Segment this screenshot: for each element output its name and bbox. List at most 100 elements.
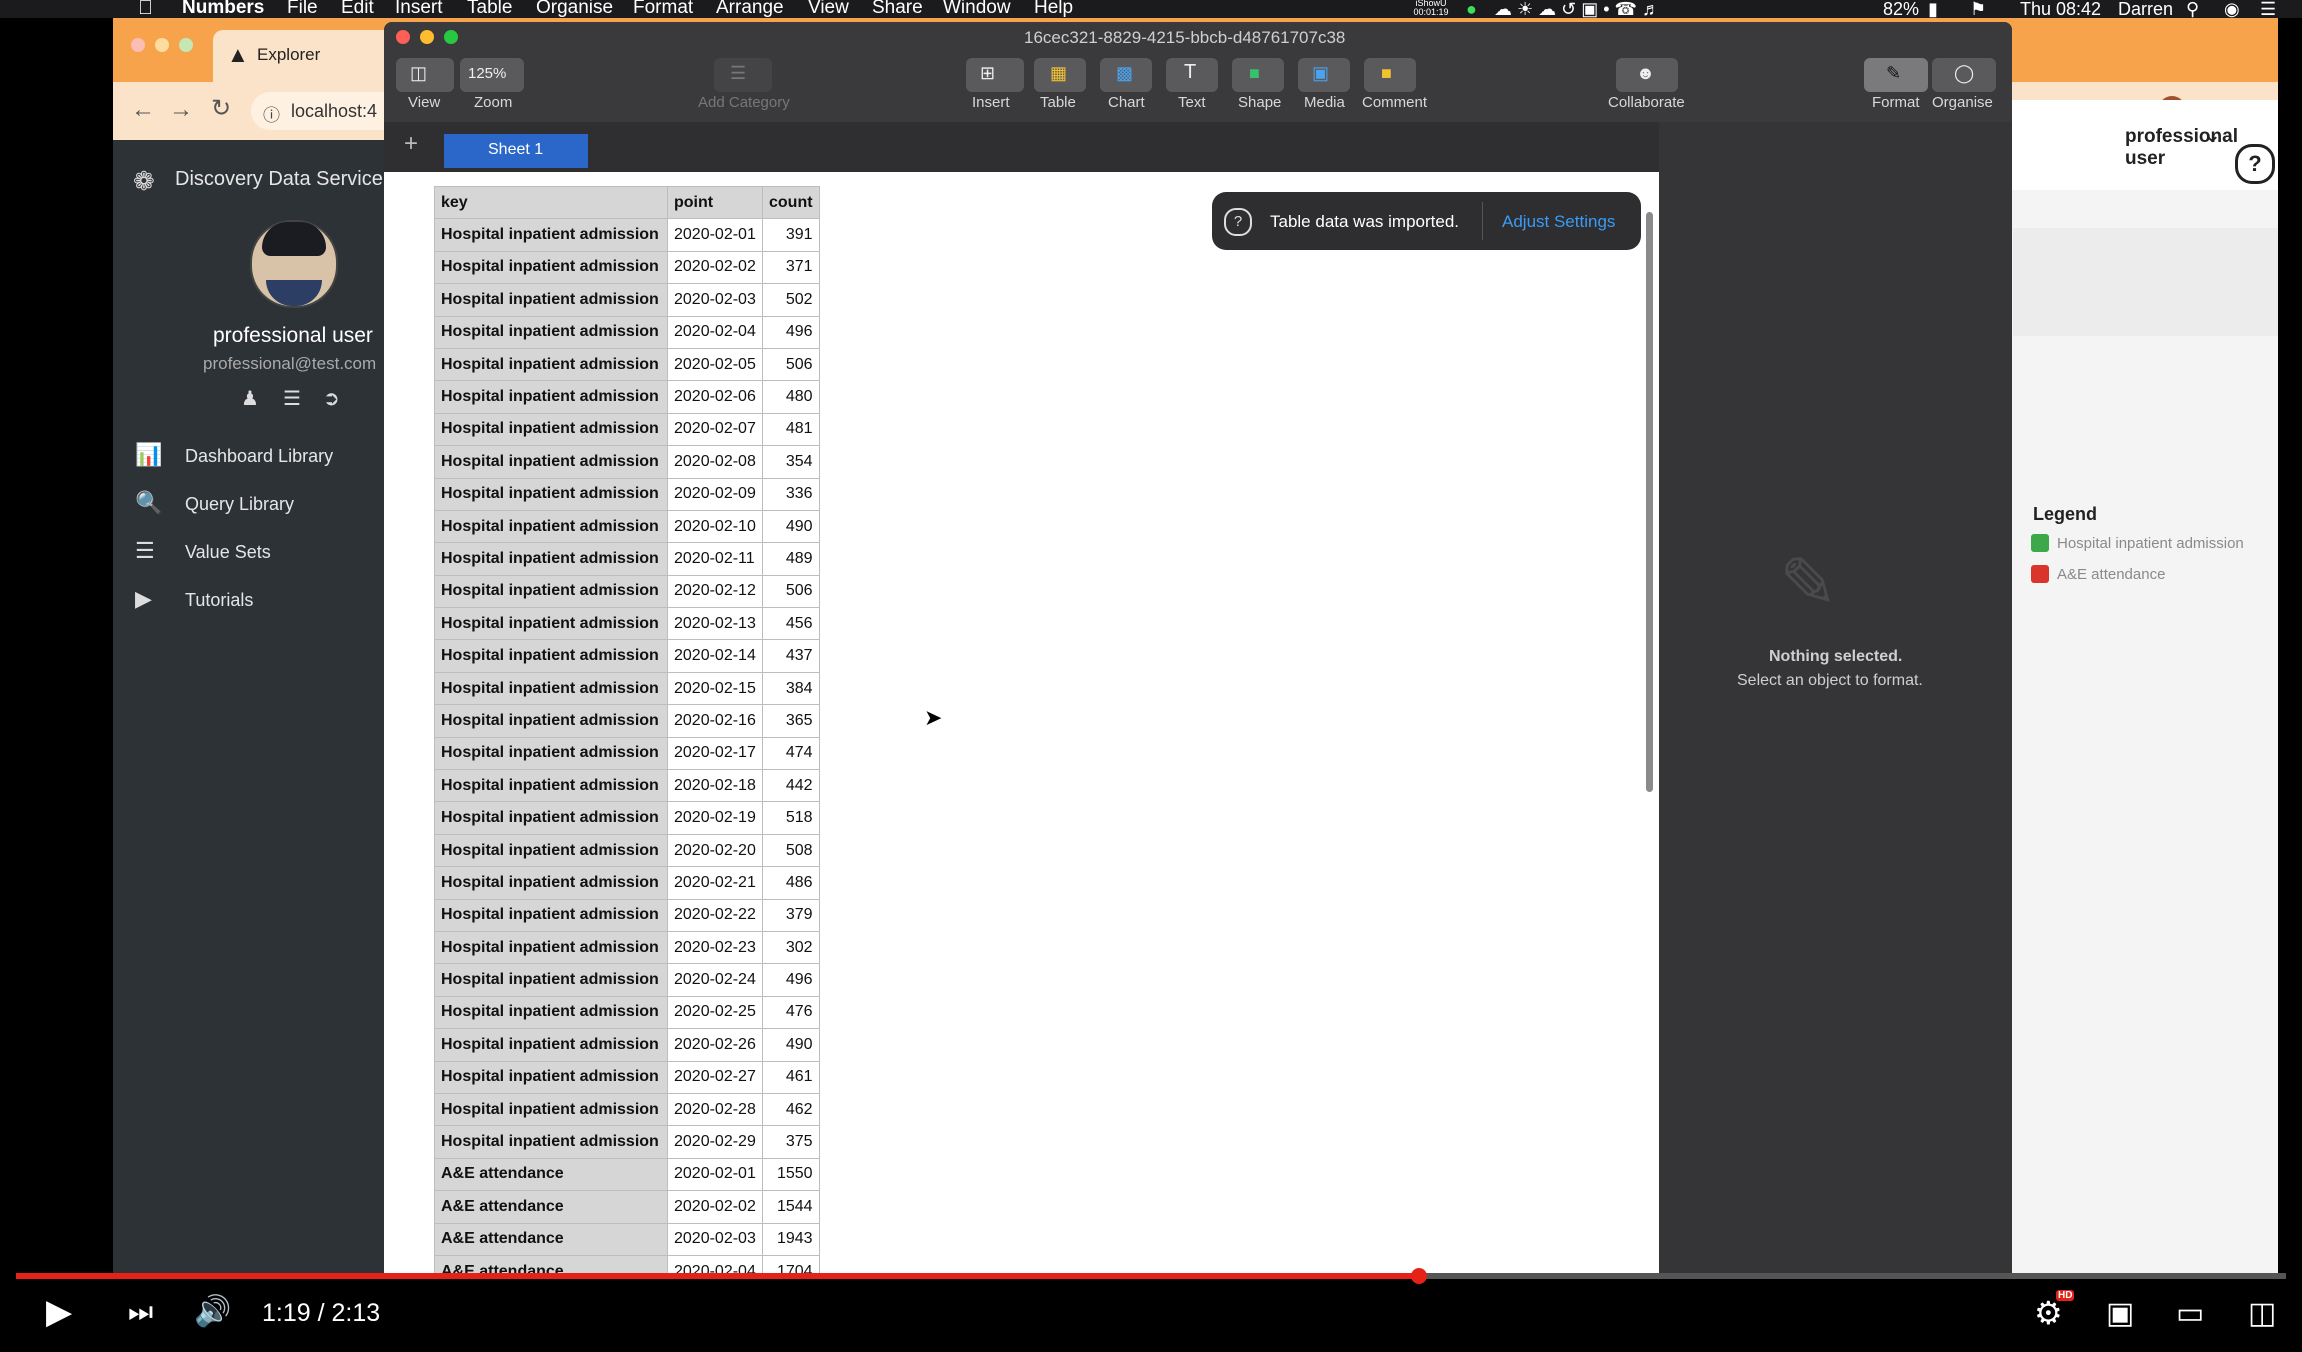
table-row[interactable]: Hospital inpatient admission 2020-02-27 46… <box>434 1060 820 1094</box>
cell-point[interactable]: 2020-02-22 <box>667 898 763 932</box>
cell-key[interactable]: Hospital inpatient admission <box>434 898 668 932</box>
menu-organise[interactable]: Organise <box>536 0 613 17</box>
table-row[interactable]: Hospital inpatient admission 2020-02-19 51… <box>434 801 820 835</box>
insert-button[interactable]: ⊞ <box>966 58 1024 92</box>
table-row[interactable]: A&E attendance 2020-02-04 1704 <box>434 1254 820 1273</box>
cell-key[interactable]: Hospital inpatient admission <box>434 607 668 641</box>
table-row[interactable]: Hospital inpatient admission 2020-02-14 43… <box>434 639 820 673</box>
cell-count[interactable]: 371 <box>762 250 820 285</box>
window-zoom-icon[interactable] <box>444 30 458 44</box>
table-row[interactable]: Hospital inpatient admission 2020-02-16 36… <box>434 704 820 738</box>
cell-key[interactable]: Hospital inpatient admission <box>434 283 668 317</box>
table-row[interactable]: Hospital inpatient admission 2020-02-24 49… <box>434 963 820 997</box>
siri-icon[interactable]: ◉ <box>2224 0 2240 18</box>
next-icon[interactable]: ⏭ <box>128 1296 153 1329</box>
cell-point[interactable]: 2020-02-06 <box>667 380 763 414</box>
cell-count[interactable]: 474 <box>762 736 820 771</box>
table-row[interactable]: Hospital inpatient admission 2020-02-20 50… <box>434 833 820 868</box>
table-row[interactable]: Hospital inpatient admission 2020-02-21 48… <box>434 866 820 900</box>
tab-sheet-1[interactable]: Sheet 1 <box>444 134 588 168</box>
screen-recorder-status[interactable]: iShowU 00:01:19 <box>1404 0 1458 17</box>
table-row[interactable]: Hospital inpatient admission 2020-02-17 47… <box>434 736 820 771</box>
cell-count[interactable]: 456 <box>762 607 820 641</box>
cell-count[interactable]: 1943 <box>762 1222 820 1256</box>
cell-point[interactable]: 2020-02-24 <box>667 963 763 997</box>
cell-point[interactable]: 2020-02-17 <box>667 736 763 771</box>
table-row[interactable]: Hospital inpatient admission 2020-02-03 50… <box>434 283 820 317</box>
cell-count[interactable]: 462 <box>762 1092 820 1127</box>
nav-item-query-library[interactable]: 🔍 Query Library <box>113 486 387 522</box>
cell-point[interactable]: 2020-02-19 <box>667 801 763 835</box>
cell-point[interactable]: 2020-02-23 <box>667 930 763 965</box>
table-row[interactable]: Hospital inpatient admission 2020-02-02 37… <box>434 250 820 285</box>
nav-item-tutorials[interactable]: ▶ Tutorials <box>113 582 387 618</box>
help-icon[interactable]: ? <box>2235 144 2275 184</box>
logout-icon[interactable]: ➲ <box>323 386 340 411</box>
traffic-zoom-icon[interactable] <box>179 38 193 52</box>
cell-key[interactable]: Hospital inpatient admission <box>434 347 668 382</box>
vertical-scrollbar[interactable] <box>1646 212 1653 792</box>
table-row[interactable]: Hospital inpatient admission 2020-02-12 50… <box>434 574 820 609</box>
table-row[interactable]: Hospital inpatient admission 2020-02-29 37… <box>434 1125 820 1159</box>
table-row[interactable]: Hospital inpatient admission 2020-02-18 44… <box>434 769 820 803</box>
format-button[interactable]: ✎ <box>1864 58 1928 92</box>
text-button[interactable]: T <box>1166 58 1218 92</box>
cell-point[interactable]: 2020-02-16 <box>667 704 763 738</box>
cell-count[interactable]: 437 <box>762 639 820 673</box>
menu-arrange[interactable]: Arrange <box>716 0 784 17</box>
cell-key[interactable]: Hospital inpatient admission <box>434 412 668 447</box>
table-row[interactable]: Hospital inpatient admission 2020-02-28 46… <box>434 1092 820 1127</box>
table-row[interactable]: Hospital inpatient admission 2020-02-06 48… <box>434 380 820 414</box>
cell-count[interactable]: 481 <box>762 412 820 447</box>
cell-key[interactable]: Hospital inpatient admission <box>434 736 668 771</box>
cast-icon[interactable]: ◫ <box>2248 1296 2276 1331</box>
table-row[interactable]: Hospital inpatient admission 2020-02-07 48… <box>434 412 820 447</box>
cell-count[interactable]: 490 <box>762 1028 820 1062</box>
cell-point[interactable]: 2020-02-02 <box>667 1190 763 1224</box>
user-profile-icon[interactable]: ♟ <box>241 386 259 411</box>
cell-key[interactable]: Hospital inpatient admission <box>434 218 668 252</box>
cell-key[interactable]: Hospital inpatient admission <box>434 315 668 349</box>
apple-menu-icon[interactable]:  <box>138 0 153 18</box>
cell-count[interactable]: 486 <box>762 866 820 900</box>
legend-item-inpatient[interactable]: Hospital inpatient admission <box>2057 535 2244 552</box>
spotlight-icon[interactable]: ⚲ <box>2186 0 2199 18</box>
cell-key[interactable]: Hospital inpatient admission <box>434 477 668 511</box>
cell-point[interactable]: 2020-02-01 <box>667 218 763 252</box>
cell-count[interactable]: 461 <box>762 1060 820 1094</box>
add-sheet-icon[interactable]: + <box>404 130 418 158</box>
cell-count[interactable]: 384 <box>762 671 820 706</box>
header-point[interactable]: point <box>667 185 763 220</box>
table-row[interactable]: Hospital inpatient admission 2020-02-11 48… <box>434 542 820 576</box>
table-row[interactable]: A&E attendance 2020-02-02 1544 <box>434 1190 820 1224</box>
shape-button[interactable]: ■ <box>1232 58 1284 92</box>
cell-count[interactable]: 442 <box>762 769 820 803</box>
table-row[interactable]: Hospital inpatient admission 2020-02-09 33… <box>434 477 820 511</box>
back-arrow-icon[interactable]: ← <box>131 96 155 124</box>
cell-point[interactable]: 2020-02-11 <box>667 542 763 576</box>
forward-arrow-icon[interactable]: → <box>169 96 193 124</box>
cell-count[interactable]: 354 <box>762 445 820 479</box>
table-row[interactable]: Hospital inpatient admission 2020-02-15 38… <box>434 671 820 706</box>
cell-point[interactable]: 2020-02-18 <box>667 769 763 803</box>
cell-point[interactable]: 2020-02-29 <box>667 1125 763 1159</box>
table-row[interactable]: Hospital inpatient admission 2020-02-10 49… <box>434 509 820 544</box>
cell-key[interactable]: Hospital inpatient admission <box>434 671 668 706</box>
cell-key[interactable]: Hospital inpatient admission <box>434 1125 668 1159</box>
data-table[interactable]: key point count Hospital inpatient admis… <box>434 185 820 1273</box>
cell-count[interactable]: 496 <box>762 315 820 349</box>
battery-percent[interactable]: 82% <box>1883 0 1919 18</box>
cell-count[interactable]: 496 <box>762 963 820 997</box>
header-key[interactable]: key <box>434 185 668 220</box>
traffic-minimize-icon[interactable] <box>155 38 169 52</box>
traffic-close-icon[interactable] <box>131 38 145 52</box>
cell-point[interactable]: 2020-02-05 <box>667 347 763 382</box>
cell-key[interactable]: Hospital inpatient admission <box>434 250 668 285</box>
cell-key[interactable]: Hospital inpatient admission <box>434 639 668 673</box>
play-icon[interactable]: ▶ <box>46 1292 72 1332</box>
menubar-user[interactable]: Darren <box>2118 0 2173 18</box>
miniplayer-icon[interactable]: ▣ <box>2106 1296 2134 1331</box>
table-row[interactable]: Hospital inpatient admission 2020-02-22 37… <box>434 898 820 932</box>
cell-count[interactable]: 480 <box>762 380 820 414</box>
flag-icon[interactable]: ⚑ <box>1970 0 1986 18</box>
